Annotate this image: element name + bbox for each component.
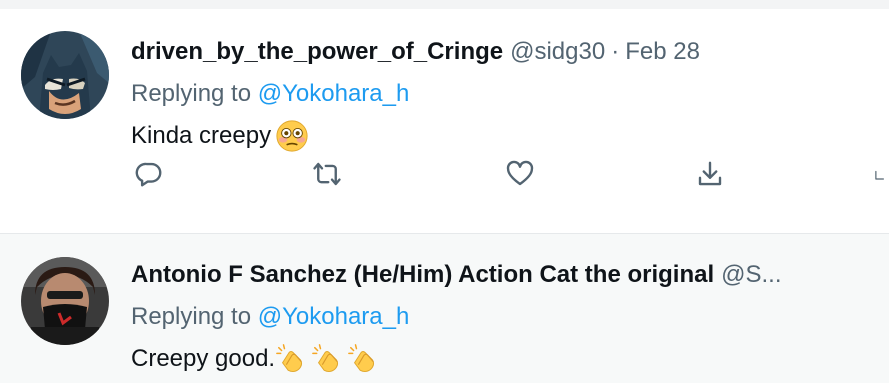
tweet-actions [0,156,889,196]
masked-person-avatar-icon [21,257,109,345]
tweet-date[interactable]: Feb 28 [625,35,700,69]
clapping-hands-emoji-icon [347,342,383,376]
display-name[interactable]: Antonio F Sanchez (He/Him) Action Cat th… [131,258,714,292]
like-icon [506,160,534,186]
tweet-content: Antonio F Sanchez (He/Him) Action Cat th… [131,258,869,377]
reply-icon [135,162,162,187]
tweet-text-body: Kinda creepy [131,122,272,149]
more-button[interactable] [874,156,889,192]
avatar[interactable] [21,257,109,345]
flushed-face-emoji-icon [275,119,309,153]
tweet-reply[interactable]: driven_by_the_power_of_Cringe @sidg30 · … [0,9,889,233]
tweet-header: driven_by_the_power_of_Cringe @sidg30 · … [131,35,869,69]
share-icon [698,161,722,186]
more-icon [875,170,884,180]
clapping-hands-emoji-icon [275,342,311,376]
replying-to-mention[interactable]: @Yokohara_h [258,303,410,330]
clapping-hands-emoji-icon [311,342,347,376]
user-handle[interactable]: @sidg30 [510,35,605,69]
batman-avatar-icon [21,31,109,119]
top-divider [0,0,889,9]
replying-to-line: Replying to @Yokohara_h [131,76,869,112]
tweet-text: Kinda creepy [131,118,869,154]
separator-dot: · [611,38,620,65]
user-handle[interactable]: @S... [721,258,781,292]
avatar[interactable] [21,31,109,119]
replying-to-mention[interactable]: @Yokohara_h [258,80,410,107]
display-name[interactable]: driven_by_the_power_of_Cringe [131,35,503,69]
tweet-header: Antonio F Sanchez (He/Him) Action Cat th… [131,258,869,292]
reply-button[interactable] [131,156,167,192]
retweet-icon [313,162,341,186]
replying-to-label: Replying to [131,303,252,330]
replying-to-label: Replying to [131,80,252,107]
tweet-text-body: Creepy good. [131,345,276,372]
share-button[interactable] [692,156,728,192]
retweet-button[interactable] [309,156,345,192]
replying-to-line: Replying to @Yokohara_h [131,299,869,335]
like-button[interactable] [502,156,538,192]
tweet-content: driven_by_the_power_of_Cringe @sidg30 · … [131,35,869,154]
tweet-reply[interactable]: Antonio F Sanchez (He/Him) Action Cat th… [0,233,889,383]
tweet-text: Creepy good. [131,341,869,377]
